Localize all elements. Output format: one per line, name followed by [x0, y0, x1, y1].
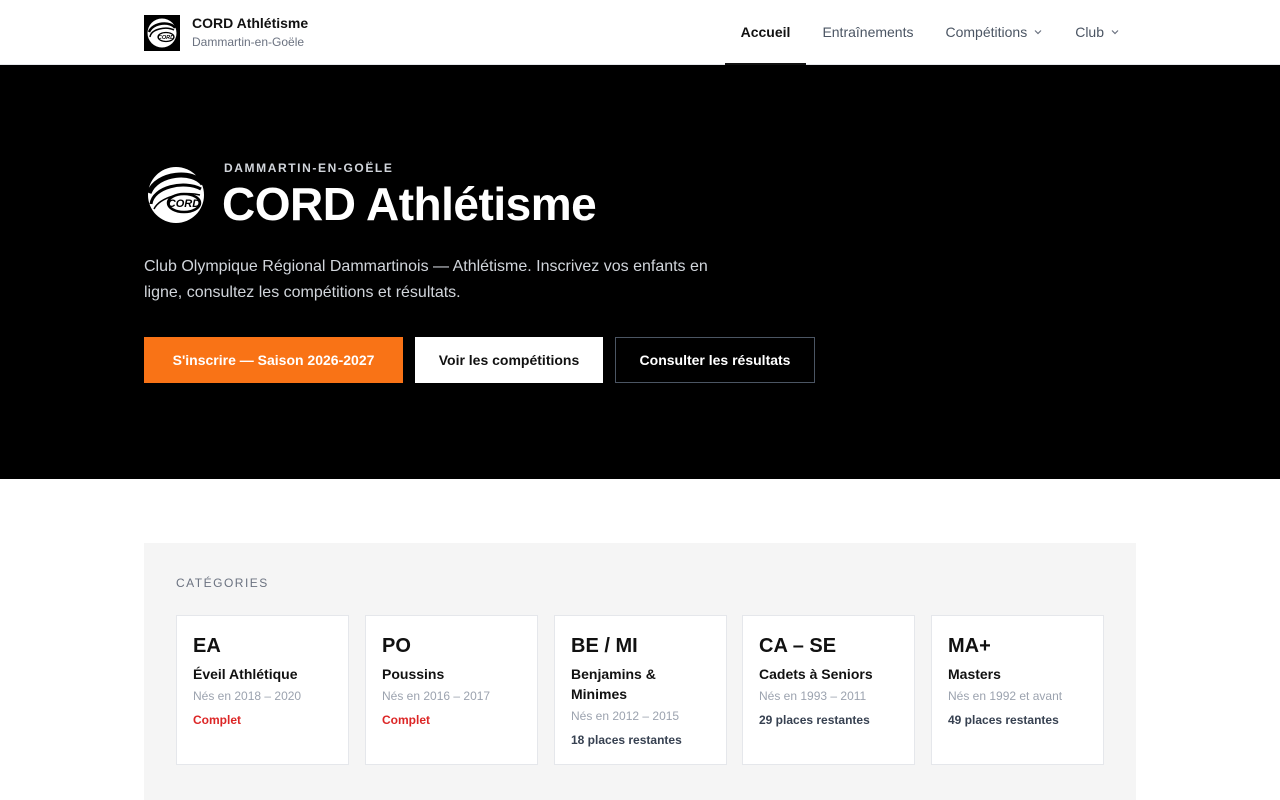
category-years: Nés en 1992 et avant [948, 689, 1063, 703]
category-years: Nés en 2012 – 2015 [571, 709, 680, 723]
category-years: Nés en 2018 – 2020 [193, 689, 302, 703]
category-status: Complet [193, 713, 241, 727]
nav-club[interactable]: Club [1059, 0, 1136, 64]
category-years: Nés en 1993 – 2011 [759, 689, 867, 703]
hero-section: CORD DAMMARTIN-EN-GOËLE CORD Athlétisme … [0, 65, 1280, 479]
category-status: 18 places restantes [571, 733, 682, 747]
svg-text:CORD: CORD [168, 198, 200, 210]
category-code: EA [193, 635, 221, 657]
brand-name: CORD Athlétisme [192, 15, 309, 31]
category-status: 29 places restantes [759, 713, 870, 727]
svg-text:CORD: CORD [158, 35, 174, 41]
category-card-ca-se[interactable]: CA – SE Cadets à Seniors Nés en 1993 – 2… [742, 615, 915, 765]
category-name: Poussins [382, 666, 445, 682]
category-code: CA – SE [759, 635, 837, 657]
club-logo-icon: CORD [144, 14, 180, 51]
main-nav: Accueil Entraînements Compétitions Club [724, 0, 1136, 65]
nav-label: Compétitions [945, 24, 1028, 40]
nav-competitions[interactable]: Compétitions [930, 0, 1060, 64]
section-heading: CATÉGORIES [176, 576, 269, 590]
view-competitions-button[interactable]: Voir les compétitions [415, 337, 603, 383]
category-card-ma[interactable]: MA+ Masters Nés en 1992 et avant 49 plac… [931, 615, 1104, 765]
category-name: Masters [948, 666, 1001, 682]
category-status: 49 places restantes [948, 713, 1059, 727]
club-logo-icon: CORD [144, 163, 208, 227]
category-card-po[interactable]: PO Poussins Nés en 2016 – 2017 Complet [365, 615, 538, 765]
category-card-ea[interactable]: EA Éveil Athlétique Nés en 2018 – 2020 C… [176, 615, 349, 765]
category-name: Cadets à Seniors [759, 666, 873, 682]
brand-location: Dammartin-en-Goële [192, 35, 305, 49]
category-years: Nés en 2016 – 2017 [382, 689, 491, 703]
hero-title: CORD Athlétisme [222, 178, 597, 230]
categories-section: CATÉGORIES EA Éveil Athlétique Nés en 20… [144, 543, 1136, 800]
hero-description: Club Olympique Régional Dammartinois — A… [144, 258, 708, 301]
nav-label: Club [1075, 24, 1104, 40]
view-results-button[interactable]: Consulter les résultats [615, 337, 815, 383]
category-card-be-mi[interactable]: BE / MI Benjamins & Minimes Nés en 2012 … [554, 615, 727, 765]
category-code: MA+ [948, 635, 991, 657]
category-name: Éveil Athlétique [193, 666, 298, 682]
nav-label: Entraînements [822, 24, 914, 40]
nav-entrainements[interactable]: Entraînements [806, 0, 929, 64]
nav-label: Accueil [740, 24, 791, 40]
category-code: PO [382, 635, 411, 657]
category-code: BE / MI [571, 635, 638, 657]
hero-kicker: DAMMARTIN-EN-GOËLE [224, 161, 394, 175]
register-button[interactable]: S'inscrire — Saison 2026-2027 [144, 337, 403, 383]
chevron-down-icon [1034, 30, 1042, 35]
nav-accueil[interactable]: Accueil [724, 0, 807, 65]
category-status: Complet [382, 713, 430, 727]
brand-link[interactable]: CORD CORD Athlétisme Dammartin-en-Goële [144, 14, 308, 51]
category-name: Benjamins & Minimes [571, 666, 656, 702]
top-navigation-bar: CORD CORD Athlétisme Dammartin-en-Goële … [0, 0, 1280, 65]
chevron-down-icon [1111, 30, 1119, 35]
